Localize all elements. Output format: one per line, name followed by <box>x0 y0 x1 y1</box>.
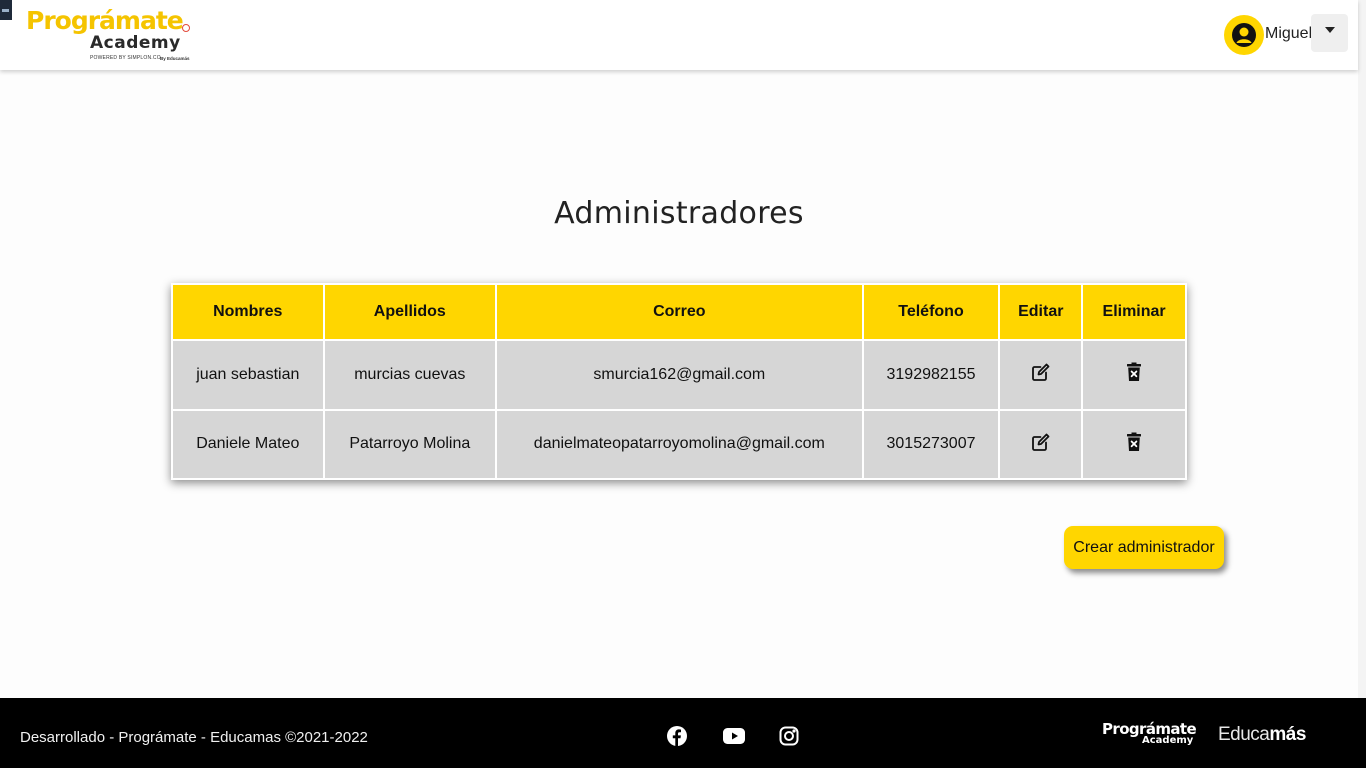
instagram-link[interactable] <box>778 725 800 747</box>
edit-button[interactable] <box>1031 362 1051 382</box>
col-header-telefono: Teléfono <box>861 283 1001 341</box>
youtube-icon <box>723 728 745 744</box>
col-header-eliminar: Eliminar <box>1081 283 1187 341</box>
window-corner-icon <box>0 0 12 20</box>
footer-educamas-logo[interactable]: Educamás <box>1218 724 1306 746</box>
user-avatar[interactable] <box>1224 15 1264 55</box>
footer: Desarrollado - Prográmate - Educamas ©20… <box>0 698 1366 768</box>
footer-programate-logo[interactable]: Prográmate Academy <box>1102 720 1202 752</box>
cell-apellidos: murcias cuevas <box>322 339 498 411</box>
youtube-link[interactable] <box>723 725 745 747</box>
logo-brand: Prográmate <box>26 6 184 35</box>
instagram-icon <box>779 726 799 746</box>
facebook-link[interactable] <box>666 725 688 747</box>
cell-telefono: 3192982155 <box>861 339 1001 411</box>
user-dropdown-button[interactable] <box>1311 14 1348 52</box>
table-header-row: Nombres Apellidos Correo Teléfono Editar… <box>171 283 1187 341</box>
logo-tag-icon <box>182 24 190 32</box>
top-navbar: Prográmate Academy POWERED BY SIMPLON.CO… <box>0 0 1358 70</box>
footer-logo2-bold: más <box>1269 724 1306 745</box>
trash-icon <box>1127 362 1142 382</box>
cell-correo: smurcia162@gmail.com <box>495 339 864 411</box>
cell-eliminar <box>1081 408 1187 480</box>
cell-eliminar <box>1081 339 1187 411</box>
cell-editar <box>998 408 1084 480</box>
cell-correo: danielmateopatarroyomolina@gmail.com <box>495 408 864 480</box>
user-circle-icon <box>1232 23 1256 47</box>
cell-editar <box>998 339 1084 411</box>
scrollbar-thumb[interactable] <box>1358 0 1366 698</box>
programate-logo[interactable]: Prográmate Academy POWERED BY SIMPLON.CO… <box>26 6 196 64</box>
col-header-correo: Correo <box>495 283 864 341</box>
cell-nombres: Daniele Mateo <box>171 408 325 480</box>
caret-down-icon <box>1324 27 1335 33</box>
footer-logo-sub: Academy <box>1142 735 1194 746</box>
table-row: Daniele Mateo Patarroyo Molina danielmat… <box>171 408 1187 480</box>
edit-icon <box>1031 363 1050 382</box>
edit-button[interactable] <box>1031 432 1051 452</box>
cell-apellidos: Patarroyo Molina <box>322 408 498 480</box>
user-name[interactable]: Miguel <box>1265 25 1312 43</box>
delete-button[interactable] <box>1126 432 1142 452</box>
cell-nombres: juan sebastian <box>171 339 325 411</box>
col-header-nombres: Nombres <box>171 283 325 341</box>
logo-by: By Educamás <box>160 56 190 61</box>
facebook-icon <box>667 726 687 746</box>
cell-telefono: 3015273007 <box>861 408 1001 480</box>
logo-powered-by: POWERED BY SIMPLON.CO <box>90 55 161 61</box>
admins-table: Nombres Apellidos Correo Teléfono Editar… <box>171 283 1187 480</box>
page-scrollbar[interactable] <box>1358 0 1366 698</box>
footer-logo2-light: Educa <box>1218 724 1270 745</box>
delete-button[interactable] <box>1126 362 1142 382</box>
footer-copyright: Desarrollado - Prográmate - Educamas ©20… <box>20 729 368 746</box>
col-header-apellidos: Apellidos <box>322 283 498 341</box>
table-row: juan sebastian murcias cuevas smurcia162… <box>171 339 1187 411</box>
col-header-editar: Editar <box>998 283 1084 341</box>
admins-table-container: Nombres Apellidos Correo Teléfono Editar… <box>171 283 1187 480</box>
logo-sub: Academy <box>90 33 181 53</box>
create-admin-button[interactable]: Crear administrador <box>1064 526 1224 569</box>
trash-icon <box>1127 432 1142 451</box>
edit-icon <box>1031 433 1050 451</box>
page-title: Administradores <box>554 196 804 231</box>
